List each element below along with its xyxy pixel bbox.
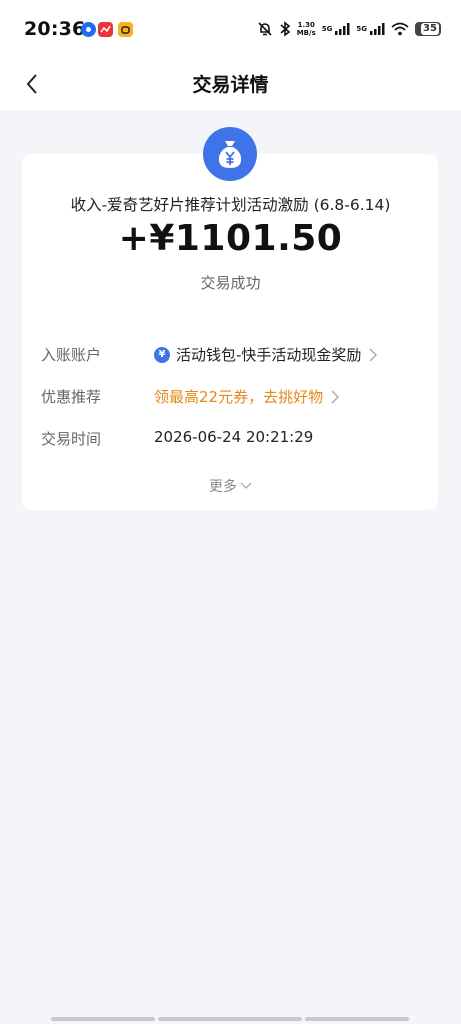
nav-header: 交易详情: [0, 58, 461, 110]
promo-value: 领最高22元券，去挑好物: [154, 388, 324, 406]
account-value-link[interactable]: ¥ 活动钱包-快手活动现金奖励: [154, 344, 378, 365]
wifi-icon: [391, 22, 409, 36]
net-speed-unit: MB/s: [296, 29, 316, 37]
gesture-bar[interactable]: [51, 1017, 155, 1021]
battery-level: 35: [421, 23, 439, 35]
more-button[interactable]: 更多: [0, 476, 461, 496]
red-app-icon: [98, 22, 113, 37]
gesture-bar[interactable]: [305, 1017, 409, 1021]
chevron-down-icon: [240, 482, 252, 490]
transaction-amount: +¥1101.50: [118, 218, 343, 259]
signal-1-label: 5G: [321, 25, 333, 33]
time-label: 交易时间: [41, 430, 102, 448]
chevron-right-icon: [331, 390, 340, 404]
status-bar: 20:36 1.30 MB/s 5G 5G 35: [0, 0, 461, 58]
battery-icon: 35: [415, 22, 441, 36]
signal-icon: [370, 23, 385, 35]
chevron-right-icon: [369, 348, 378, 362]
signal-icon: [335, 23, 350, 35]
bluetooth-icon: [280, 21, 290, 37]
promo-label: 优惠推荐: [41, 388, 102, 406]
more-label: 更多: [209, 479, 237, 495]
net-speed-value: 1.30: [297, 21, 315, 29]
account-value: 活动钱包-快手活动现金奖励: [176, 346, 362, 364]
account-label: 入账账户: [41, 346, 102, 364]
yellow-app-icon: [118, 22, 133, 37]
status-icons: 1.30 MB/s 5G 5G 35: [251, 19, 441, 39]
net-speed: 1.30 MB/s: [297, 21, 316, 37]
transaction-title: 收入-爱奇艺好片推荐计划活动激励 (6.8-6.14): [70, 196, 391, 214]
page-title: 交易详情: [192, 74, 269, 96]
promo-link[interactable]: 领最高22元券，去挑好物: [154, 386, 340, 407]
notification-app-icon: [81, 22, 96, 37]
money-bag-icon: [203, 127, 257, 181]
gesture-bar[interactable]: [158, 1017, 302, 1021]
time-value: 2026-06-24 20:21:29: [154, 428, 314, 446]
bell-muted-icon: [258, 22, 272, 36]
yuan-icon: ¥: [154, 346, 170, 363]
signal-2-label: 5G: [356, 25, 367, 33]
status-time: 20:36: [24, 18, 86, 40]
transaction-status: 交易成功: [200, 274, 261, 292]
